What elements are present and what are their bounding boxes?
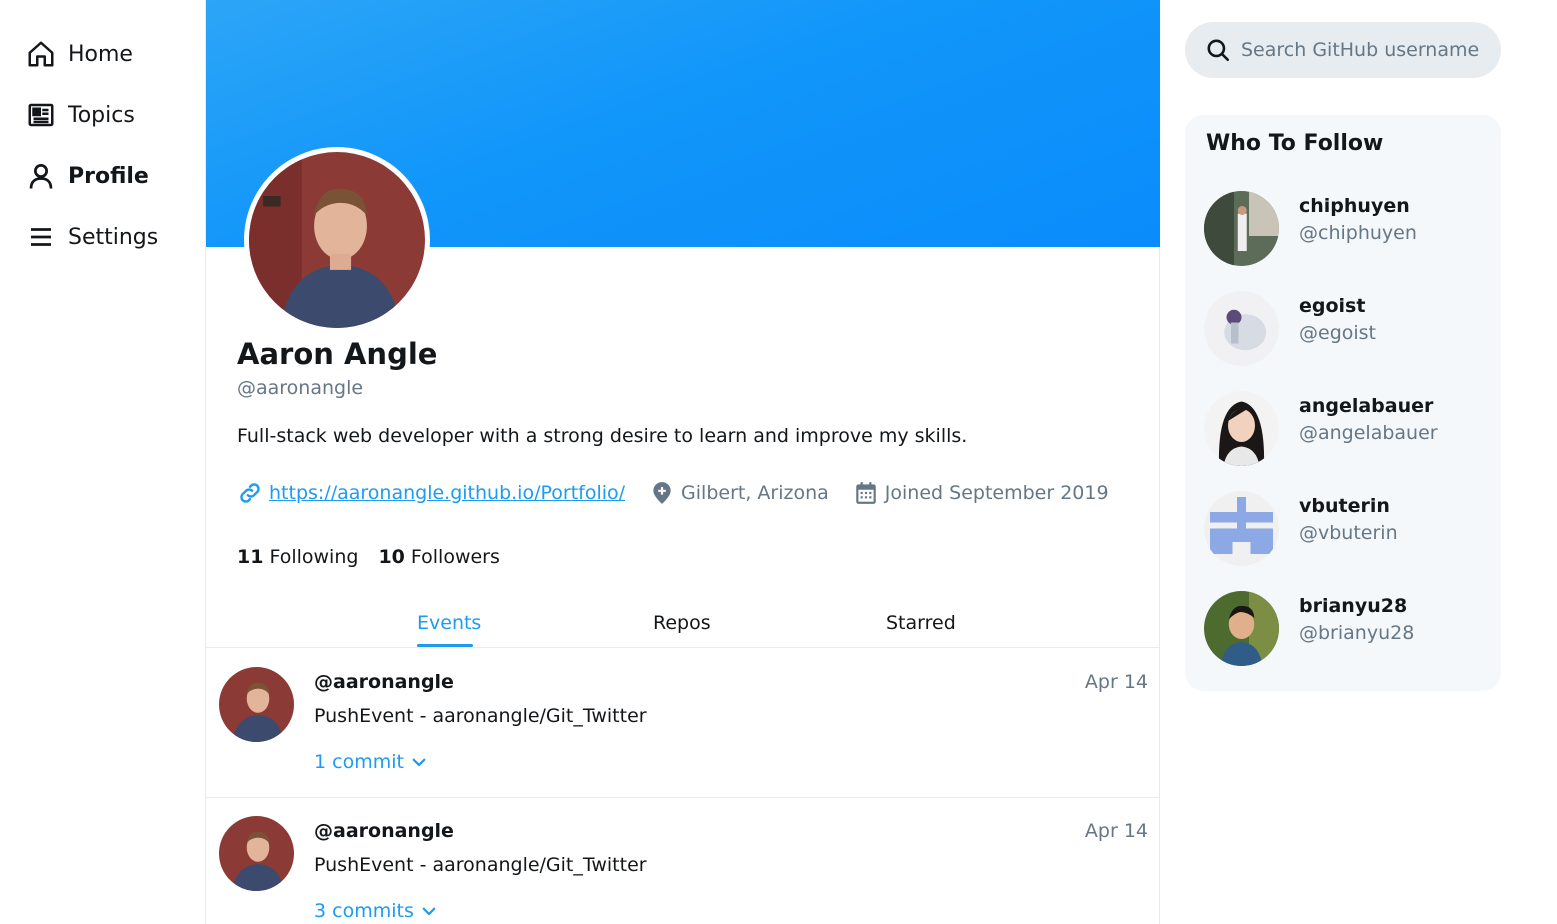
active-tab-indicator <box>417 644 473 647</box>
profile-meta: https://aaronangle.github.io/Portfolio/ … <box>237 480 1133 506</box>
website-link[interactable]: https://aaronangle.github.io/Portfolio/ <box>269 482 625 504</box>
app: Home Topics Profile Settings Aaron Angle… <box>0 0 1557 924</box>
commits-toggle[interactable]: 1 commit <box>314 751 428 773</box>
commits-label: 3 commits <box>314 900 414 922</box>
event-description: PushEvent - aaronangle/Git_Twitter <box>314 854 647 876</box>
suggestion-handle: @chiphuyen <box>1299 222 1417 244</box>
menu-icon <box>31 228 51 246</box>
search-bar <box>1185 22 1501 78</box>
commits-label: 1 commit <box>314 751 404 773</box>
link-icon <box>240 483 260 503</box>
commits-toggle[interactable]: 3 commits <box>314 900 438 922</box>
nav-label-profile: Profile <box>68 163 149 189</box>
profile-avatar[interactable] <box>244 147 430 333</box>
location-pin-icon <box>653 482 671 504</box>
suggestion-name: chiphuyen <box>1299 195 1410 217</box>
nav-item-profile[interactable]: Profile <box>26 156 149 196</box>
following-count[interactable]: 11 Following <box>237 546 358 568</box>
followers-count[interactable]: 10 Followers <box>378 546 499 568</box>
event-item: @aaronangle Apr 14 PushEvent - aaronangl… <box>206 798 1160 924</box>
calendar-icon <box>856 482 876 504</box>
avatar <box>1204 391 1279 466</box>
user-icon <box>29 164 53 189</box>
event-avatar[interactable] <box>219 816 294 891</box>
event-user[interactable]: @aaronangle <box>314 671 454 693</box>
follow-suggestion[interactable]: vbuterin @vbuterin <box>1204 491 1484 567</box>
search-input[interactable] <box>1241 39 1491 61</box>
tab-starred[interactable]: Starred <box>886 612 956 634</box>
suggestion-handle: @angelabauer <box>1299 422 1438 444</box>
profile-website: https://aaronangle.github.io/Portfolio/ <box>237 480 625 506</box>
suggestion-handle: @vbuterin <box>1299 522 1398 544</box>
avatar <box>1204 291 1279 366</box>
search-icon <box>1207 39 1230 62</box>
location-text: Gilbert, Arizona <box>681 482 829 504</box>
profile-location: Gilbert, Arizona <box>649 480 829 506</box>
following-number: 11 <box>237 546 264 568</box>
follow-suggestion[interactable]: brianyu28 @brianyu28 <box>1204 591 1484 667</box>
suggestion-name: brianyu28 <box>1299 595 1408 617</box>
nav-item-home[interactable]: Home <box>26 34 133 74</box>
profile-tabs: Events Repos Starred <box>206 600 1160 648</box>
avatar <box>1204 491 1279 566</box>
suggestion-name: egoist <box>1299 295 1366 317</box>
avatar <box>1204 591 1279 666</box>
suggestion-name: vbuterin <box>1299 495 1390 517</box>
suggestion-handle: @egoist <box>1299 322 1377 344</box>
event-avatar[interactable] <box>219 667 294 742</box>
suggestion-name: angelabauer <box>1299 395 1434 417</box>
follow-suggestion[interactable]: chiphuyen @chiphuyen <box>1204 191 1484 267</box>
tab-events[interactable]: Events <box>417 612 481 634</box>
profile-avatar-image <box>249 152 425 328</box>
followers-number: 10 <box>378 546 405 568</box>
event-item: @aaronangle Apr 14 PushEvent - aaronangl… <box>206 649 1160 798</box>
profile-name: Aaron Angle <box>237 337 438 371</box>
event-description: PushEvent - aaronangle/Git_Twitter <box>314 705 647 727</box>
tab-repos[interactable]: Repos <box>653 612 711 634</box>
follow-suggestion[interactable]: egoist @egoist <box>1204 291 1484 367</box>
follow-counts: 11 Following 10 Followers <box>237 546 520 568</box>
joined-text: Joined September 2019 <box>884 482 1109 504</box>
profile-column: Aaron Angle @aaronangle Full-stack web d… <box>205 0 1160 924</box>
nav-label-topics: Topics <box>68 102 135 128</box>
home-icon <box>28 41 54 67</box>
profile-joined: Joined September 2019 <box>853 480 1109 506</box>
suggestion-handle: @brianyu28 <box>1299 622 1415 644</box>
who-to-follow-panel: Who To Follow chiphuyen @chiphuyen egois… <box>1185 115 1501 691</box>
avatar <box>1204 191 1279 266</box>
chevron-down-icon <box>412 758 426 767</box>
sidebar-nav: Home Topics Profile Settings <box>0 0 205 924</box>
event-date: Apr 14 <box>1084 820 1148 842</box>
profile-handle: @aaronangle <box>237 377 364 399</box>
followers-label: Followers <box>410 546 500 568</box>
nav-item-settings[interactable]: Settings <box>26 217 158 257</box>
nav-label-home: Home <box>68 41 133 67</box>
event-date: Apr 14 <box>1084 671 1148 693</box>
who-to-follow-title: Who To Follow <box>1206 131 1384 156</box>
nav-item-topics[interactable]: Topics <box>26 95 135 135</box>
nav-label-settings: Settings <box>68 224 159 250</box>
follow-suggestion[interactable]: angelabauer @angelabauer <box>1204 391 1484 467</box>
newspaper-icon <box>28 103 54 127</box>
event-user[interactable]: @aaronangle <box>314 820 454 842</box>
following-label: Following <box>269 546 359 568</box>
profile-bio: Full-stack web developer with a strong d… <box>237 425 968 447</box>
chevron-down-icon <box>422 907 436 916</box>
